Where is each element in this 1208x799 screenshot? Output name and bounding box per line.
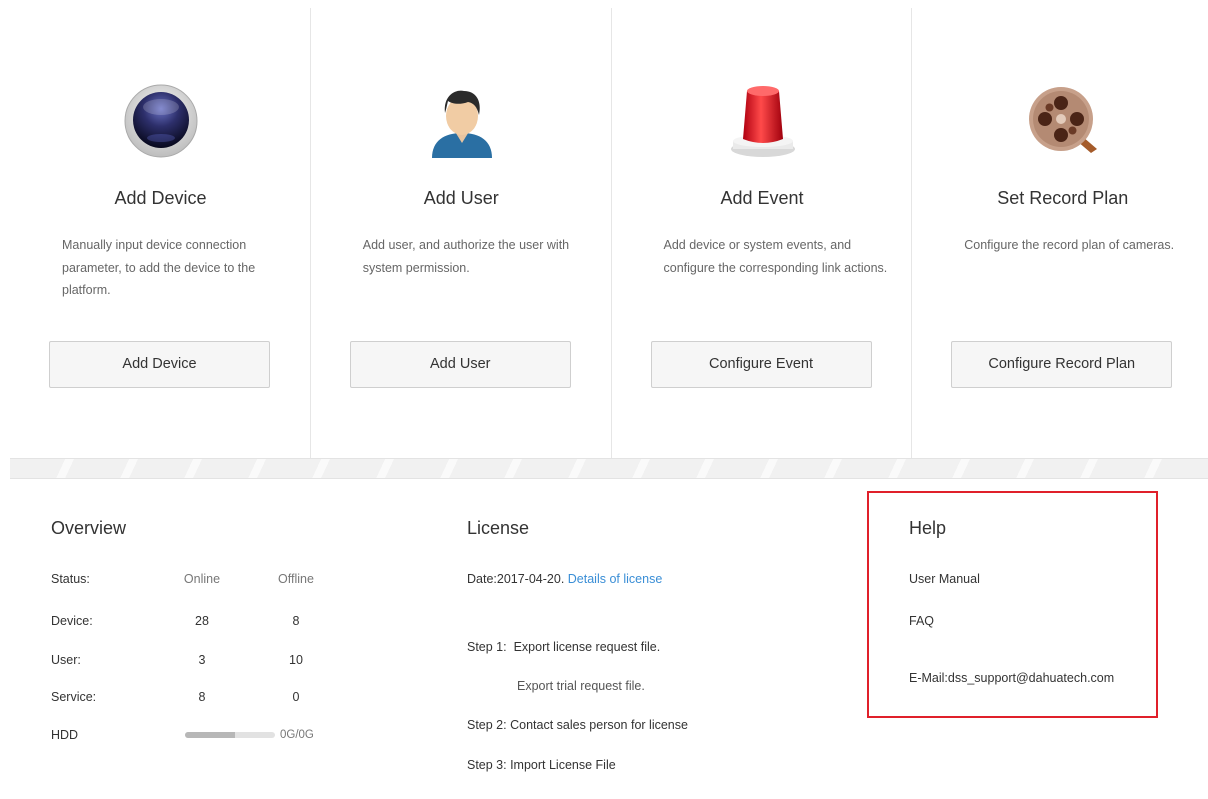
help-title: Help: [909, 518, 947, 538]
card-description: Manually input device connection paramet…: [62, 238, 256, 297]
add-device-button[interactable]: Add Device: [49, 341, 270, 388]
step1-label: Step 1:: [467, 640, 507, 654]
camera-lens-icon: [124, 84, 198, 158]
license-step2: Step 2: Contact sales person for license: [467, 718, 688, 732]
hdd-usage-fill: [185, 732, 235, 738]
card-description: Add user, and authorize the user with sy…: [362, 238, 570, 275]
alarm-light-icon: [730, 86, 795, 157]
license-date-line: Date:2017-04-20. Details of license: [467, 572, 662, 586]
service-label: Service:: [51, 690, 97, 704]
user-online-count: 3: [198, 653, 206, 667]
section-divider: [10, 458, 1208, 479]
film-reel-icon: [1029, 87, 1098, 153]
add-user-button[interactable]: Add User: [349, 341, 571, 388]
card-add-user: Add User Add user, and authorize the use…: [311, 8, 612, 458]
card-title: Set Record Plan: [997, 188, 1129, 208]
service-offline-count: 0: [292, 690, 300, 704]
license-details-link[interactable]: Details of license: [568, 572, 663, 586]
service-online-count: 8: [198, 690, 206, 704]
user-manual-link[interactable]: User Manual: [909, 572, 980, 586]
license-step3-import-link[interactable]: Step 3: Import License File: [467, 758, 616, 772]
license-title: License: [467, 518, 530, 538]
card-title: Add User: [423, 188, 499, 208]
faq-link[interactable]: FAQ: [909, 614, 934, 628]
license-date: Date:2017-04-20.: [467, 572, 565, 586]
hdd-value: 0G/0G: [280, 729, 314, 741]
card-add-device: Add Device Manually input device connect…: [10, 8, 311, 458]
offline-header: Offline: [278, 572, 314, 586]
device-offline-count: 8: [292, 614, 300, 628]
user-label: User:: [51, 653, 81, 667]
overview-title: Overview: [51, 518, 127, 538]
hdd-label: HDD: [51, 728, 79, 742]
export-license-request-link[interactable]: Export license request file.: [514, 640, 661, 654]
card-description: Configure the record plan of cameras.: [964, 238, 1175, 252]
user-offline-count: 10: [289, 653, 303, 667]
export-trial-request-link[interactable]: Export trial request file.: [517, 679, 645, 693]
card-description: Add device or system events, and configu…: [663, 238, 888, 275]
card-title: Add Device: [114, 188, 207, 208]
card-title: Add Event: [720, 188, 804, 208]
device-label: Device:: [51, 614, 93, 628]
support-email[interactable]: E-Mail:dss_support@dahuatech.com: [909, 671, 1114, 685]
hdd-usage-bar: [185, 732, 275, 738]
configure-record-plan-button[interactable]: Configure Record Plan: [951, 341, 1173, 388]
license-step1: Step 1: Export license request file.: [467, 640, 660, 654]
card-record-plan: Set Record Plan Configure the record pla…: [912, 8, 1208, 458]
status-header: Status:: [51, 572, 90, 586]
device-online-count: 28: [195, 614, 209, 628]
configure-event-button[interactable]: Configure Event: [650, 341, 872, 388]
quick-actions: Add Device Manually input device connect…: [10, 8, 1208, 458]
online-header: Online: [183, 572, 221, 586]
card-add-event: Add Event Add device or system events, a…: [612, 8, 913, 458]
user-icon: [431, 90, 492, 158]
